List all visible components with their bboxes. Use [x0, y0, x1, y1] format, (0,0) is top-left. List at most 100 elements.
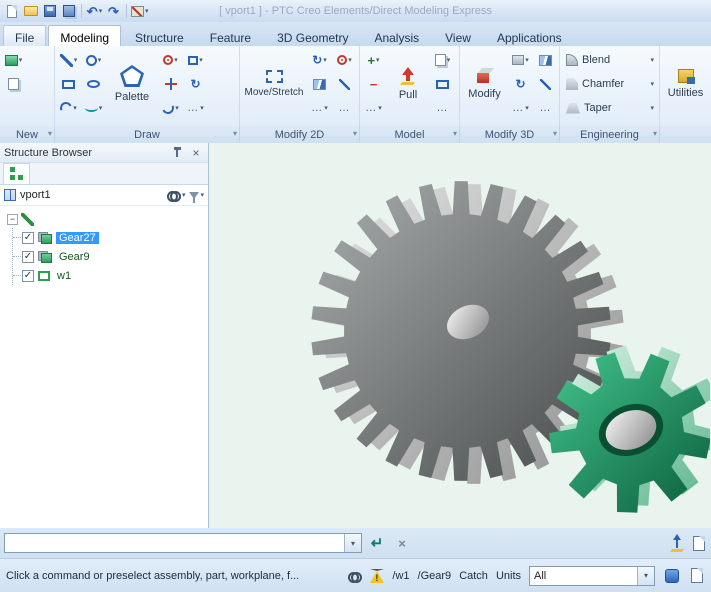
group-dialog-launcher[interactable]: ▾ [453, 129, 457, 138]
save-button[interactable] [41, 3, 58, 20]
tab-applications[interactable]: Applications [485, 25, 574, 46]
gears-canvas[interactable] [209, 143, 710, 528]
draw-offset-button[interactable]: ↻ [184, 73, 207, 95]
group-dialog-launcher[interactable]: ▾ [653, 129, 657, 138]
move-stretch-button[interactable]: Move/Stretch [242, 49, 306, 119]
pin-panel-button[interactable] [169, 145, 185, 161]
command-history-dropdown[interactable]: ▾ [344, 534, 361, 552]
structure-tab[interactable] [3, 163, 30, 184]
open-button[interactable] [22, 3, 39, 20]
close-panel-button[interactable]: × [188, 145, 204, 161]
visibility-checkbox[interactable]: ✓ [22, 269, 34, 282]
tree-item-label[interactable]: Gear9 [56, 251, 93, 263]
visibility-checkbox[interactable]: ✓ [22, 250, 34, 263]
command-input[interactable] [5, 534, 344, 552]
active-part-button[interactable]: /Gear9 [418, 570, 452, 582]
group-dialog-launcher[interactable]: ▾ [48, 129, 52, 138]
catch-button[interactable]: Catch [459, 570, 488, 582]
tab-structure[interactable]: Structure [123, 25, 196, 46]
modify-3d-more-button[interactable]: … ▾ [509, 97, 532, 119]
save-all-button[interactable] [60, 3, 77, 20]
units-button[interactable]: Units [496, 570, 521, 582]
modify-button[interactable]: Modify [462, 49, 507, 119]
new-document-button[interactable] [3, 3, 20, 20]
ribbon-group-engineering: Blend ▾ Chamfer ▾ Taper ▾ [560, 46, 660, 126]
modify-3d-extra-button[interactable]: … [534, 97, 557, 119]
mirror-3d-button[interactable] [534, 49, 557, 71]
move-3d-icon [512, 55, 525, 65]
draw-fillet-button[interactable]: ▾ [159, 97, 182, 119]
clear-command-button[interactable]: × [392, 533, 412, 553]
circle-mod-button[interactable]: ▾ [333, 49, 356, 71]
binoculars-icon [166, 191, 181, 202]
model-more-button[interactable]: … ▾ [362, 97, 385, 119]
rotate-2d-button[interactable]: ↻ ▾ [308, 49, 331, 71]
tab-feature[interactable]: Feature [198, 25, 263, 46]
mirror-2d-button[interactable] [308, 73, 331, 95]
stamp-button[interactable]: ▾ [431, 49, 454, 71]
pull-button[interactable]: Pull [387, 49, 429, 119]
tree-item-label[interactable]: Gear27 [56, 231, 99, 244]
viewport-settings-button[interactable] [663, 567, 680, 584]
active-workplane-button[interactable]: /w1 [392, 570, 409, 582]
tab-file[interactable]: File [3, 25, 47, 46]
model-extra-button[interactable]: … [431, 97, 454, 119]
warning-button[interactable]: ! [370, 568, 385, 583]
palette-button[interactable]: Palette [107, 49, 157, 119]
line-mod-icon [339, 78, 350, 90]
draw-point-button[interactable]: ▾ [159, 49, 182, 71]
chamfer-button[interactable]: Chamfer ▾ [562, 73, 658, 95]
modify-2d-extra-button[interactable]: … [333, 97, 356, 119]
new-window-button[interactable] [2, 73, 25, 95]
scale-3d-button[interactable] [534, 73, 557, 95]
collapse-toggle[interactable]: − [7, 213, 18, 225]
find-button[interactable]: ▾ [166, 191, 185, 202]
new-window-icon [8, 78, 19, 90]
tree-item-label[interactable]: w1 [54, 270, 74, 282]
measure-button[interactable]: ▾ [131, 3, 149, 20]
utilities-button[interactable]: Utilities [662, 49, 709, 119]
draw-rectangle-button[interactable] [57, 73, 80, 95]
line-mod-button[interactable] [333, 73, 356, 95]
workplane-tool-button[interactable] [669, 533, 686, 552]
tab-modeling[interactable]: Modeling [48, 25, 122, 46]
draw-line-button[interactable]: ▾ [57, 49, 80, 71]
draw-trim-button[interactable]: ▾ [184, 49, 207, 71]
tab-analysis[interactable]: Analysis [362, 25, 431, 46]
sheet-button[interactable] [688, 567, 705, 584]
visibility-checkbox[interactable]: ✓ [22, 231, 34, 244]
draw-more-button[interactable]: … ▾ [184, 97, 207, 119]
undo-button[interactable]: ↶ ▾ [86, 3, 103, 20]
remove-material-button[interactable]: − [362, 73, 385, 95]
blend-button[interactable]: Blend ▾ [562, 49, 658, 71]
draw-arc-button[interactable]: ▾ [57, 97, 80, 119]
new-drawing-button[interactable] [690, 535, 707, 552]
redo-button[interactable]: ↷ [105, 3, 122, 20]
tree-item-gear9[interactable]: ✓ Gear9 [13, 247, 208, 266]
selection-filter-combobox[interactable]: All ▾ [529, 565, 655, 586]
preview-button[interactable] [348, 571, 363, 583]
modify-2d-more-button[interactable]: … ▾ [308, 97, 331, 119]
draw-axes-button[interactable] [159, 73, 182, 95]
pattern-button[interactable] [431, 73, 454, 95]
tab-3d-geometry[interactable]: 3D Geometry [265, 25, 360, 46]
draw-circle-button[interactable]: ▾ [82, 49, 105, 71]
execute-command-button[interactable]: ↵ [366, 533, 388, 553]
group-dialog-launcher[interactable]: ▾ [353, 129, 357, 138]
draw-ellipse-button[interactable] [82, 73, 105, 95]
new-part-button[interactable]: ▾ [2, 49, 25, 71]
move-3d-button[interactable]: ▾ [509, 49, 532, 71]
viewport-3d[interactable] [209, 143, 711, 528]
tree-item-w1[interactable]: ✓ w1 [13, 266, 208, 285]
dropdown-icon: ▾ [650, 80, 654, 88]
filter-button[interactable]: ▾ [189, 191, 204, 203]
selection-filter-dropdown[interactable]: ▾ [637, 566, 654, 585]
taper-button[interactable]: Taper ▾ [562, 97, 658, 119]
tab-view[interactable]: View [433, 25, 483, 46]
group-dialog-launcher[interactable]: ▾ [553, 129, 557, 138]
rotate-3d-button[interactable]: ↻ [509, 73, 532, 95]
group-dialog-launcher[interactable]: ▾ [233, 129, 237, 138]
draw-spline-button[interactable]: ▾ [82, 97, 105, 119]
tree-item-gear27[interactable]: ✓ Gear27 [13, 228, 208, 247]
add-material-button[interactable]: + ▾ [362, 49, 385, 71]
